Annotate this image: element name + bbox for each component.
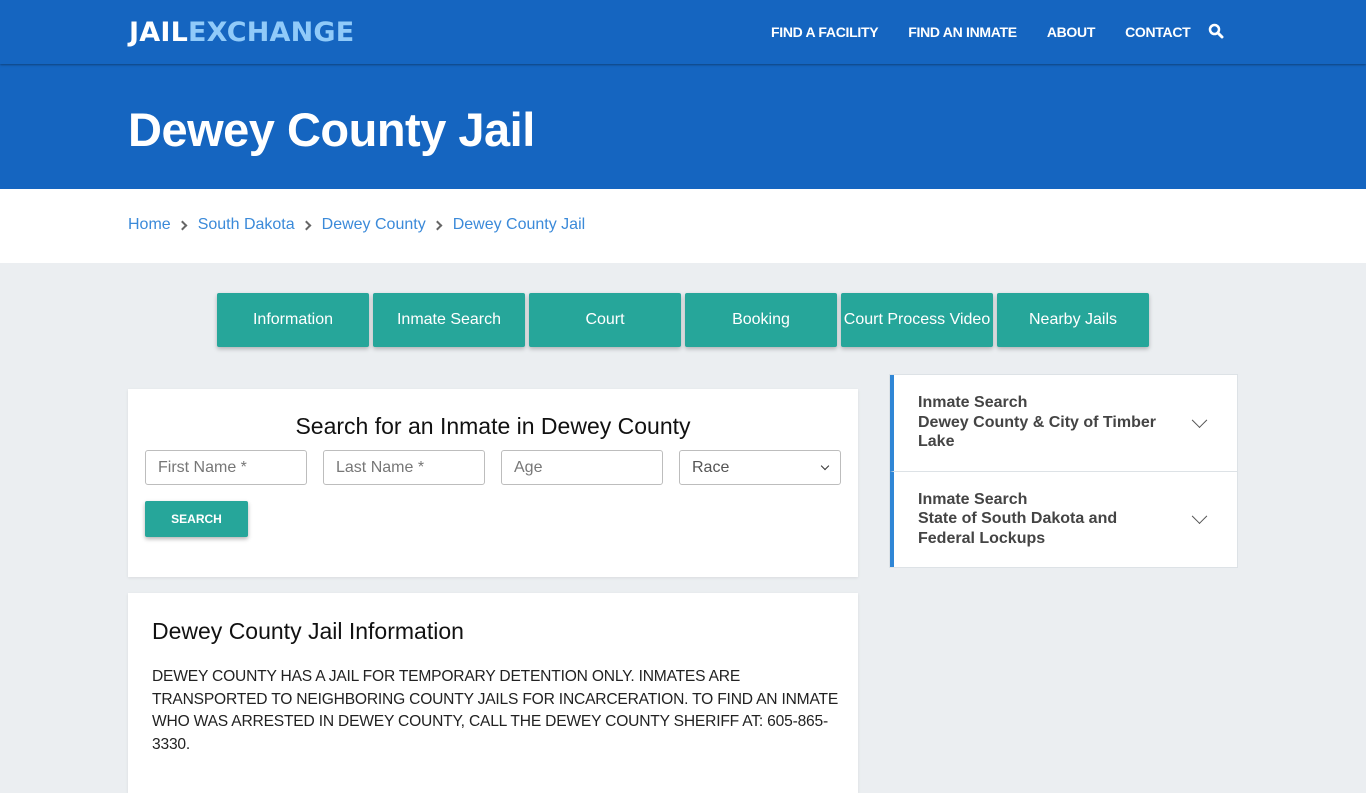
nav-find-facility[interactable]: FIND A FACILITY [771, 24, 879, 40]
page-hero: Dewey County Jail [0, 64, 1366, 189]
jail-information-card: Dewey County Jail Information DEWEY COUN… [128, 593, 858, 793]
info-body: DEWEY COUNTY HAS A JAIL FOR TEMPORARY DE… [152, 668, 839, 753]
tab-court-process-video[interactable]: Court Process Video [841, 293, 993, 347]
logo-text-jail: JAIL [129, 17, 188, 48]
accordion-item-county-search[interactable]: Inmate Search Dewey County & City of Tim… [890, 375, 1237, 472]
page-title: Dewey County Jail [128, 103, 535, 156]
chevron-right-icon [432, 220, 443, 230]
last-name-input[interactable] [323, 450, 485, 485]
tab-inmate-search[interactable]: Inmate Search [373, 293, 525, 347]
accordion-item-line1: Inmate Search [918, 490, 1028, 508]
search-form-title: Search for an Inmate in Dewey County [295, 413, 691, 439]
tab-court[interactable]: Court [529, 293, 681, 347]
first-name-input[interactable] [145, 450, 307, 485]
section-tabs: Information Inmate Search Court Booking … [217, 293, 1153, 347]
breadcrumb-bar: Home South Dakota Dewey County Dewey Cou… [0, 189, 1366, 263]
tab-nearby-jails[interactable]: Nearby Jails [997, 293, 1149, 347]
chevron-down-icon [1191, 412, 1208, 428]
accordion-item-line2: State of South Dakota and Federal Lockup… [918, 510, 1118, 547]
accordion-item-line2: Dewey County & City of Timber Lake [918, 413, 1156, 451]
age-input[interactable] [501, 450, 663, 485]
tab-information[interactable]: Information [217, 293, 369, 347]
top-navbar: JAILEXCHANGE FIND A FACILITY FIND AN INM… [0, 0, 1366, 64]
nav-contact[interactable]: CONTACT [1125, 24, 1191, 40]
breadcrumb: Home South Dakota Dewey County Dewey Cou… [128, 216, 585, 234]
nav-find-inmate[interactable]: FIND AN INMATE [908, 24, 1017, 40]
main-nav: FIND A FACILITY FIND AN INMATE ABOUT CON… [771, 0, 1220, 64]
race-select[interactable]: Race [679, 450, 841, 485]
logo-text-exchange: EXCHANGE [188, 17, 355, 48]
race-select-value: Race [692, 458, 730, 476]
nav-about[interactable]: ABOUT [1047, 24, 1096, 40]
chevron-down-icon [1191, 508, 1208, 525]
sidebar-accordion: Inmate Search Dewey County & City of Tim… [889, 374, 1238, 568]
breadcrumb-county[interactable]: Dewey County [322, 216, 426, 234]
inmate-search-card: Search for an Inmate in Dewey County Rac… [128, 389, 858, 577]
search-icon[interactable] [1208, 23, 1224, 39]
site-logo[interactable]: JAILEXCHANGE [129, 17, 354, 48]
tab-booking[interactable]: Booking [685, 293, 837, 347]
breadcrumb-home[interactable]: Home [128, 216, 171, 234]
search-button[interactable]: SEARCH [145, 501, 248, 537]
breadcrumb-state[interactable]: South Dakota [198, 216, 295, 234]
accordion-item-state-federal-search[interactable]: Inmate Search State of South Dakota and … [890, 471, 1237, 567]
breadcrumb-current[interactable]: Dewey County Jail [453, 216, 586, 234]
info-title: Dewey County Jail Information [152, 618, 464, 644]
chevron-down-icon [820, 461, 830, 471]
chevron-right-icon [177, 220, 188, 230]
accordion-item-line1: Inmate Search [918, 394, 1028, 411]
chevron-right-icon [301, 220, 312, 230]
